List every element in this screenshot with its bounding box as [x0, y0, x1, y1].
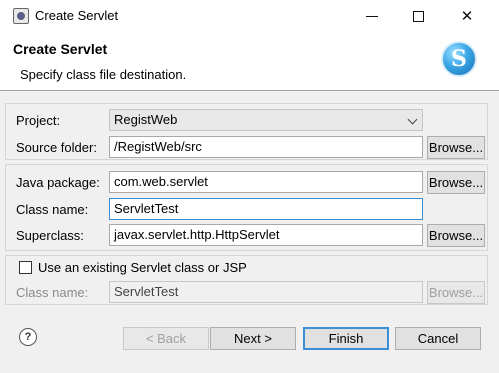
maximize-icon — [412, 10, 424, 22]
logo-letter: S — [451, 46, 467, 72]
class-name-label: Class name: — [16, 202, 89, 217]
class-group: Java package: com.web.servlet Browse... … — [5, 164, 488, 251]
project-label: Project: — [16, 113, 61, 128]
existing-servlet-group: Use an existing Servlet class or JSP Cla… — [5, 255, 488, 305]
maximize-button[interactable] — [396, 0, 440, 32]
existing-class-name-field[interactable]: ServletTest — [109, 281, 423, 303]
wizard-description: Specify class file destination. — [20, 67, 187, 82]
java-package-label: Java package: — [16, 175, 100, 190]
source-folder-label: Source folder: — [16, 140, 97, 155]
close-icon: ✕ — [460, 8, 474, 25]
help-glyph: ? — [24, 331, 32, 343]
project-value: RegistWeb — [114, 112, 178, 127]
java-package-field[interactable]: com.web.servlet — [109, 171, 423, 193]
minimize-button[interactable] — [350, 0, 394, 32]
help-icon[interactable]: ? — [19, 328, 37, 346]
superclass-field[interactable]: javax.servlet.http.HttpServlet — [109, 224, 423, 246]
superclass-label: Superclass: — [16, 228, 84, 243]
source-folder-field[interactable]: /RegistWeb/src — [109, 136, 423, 158]
use-existing-label[interactable]: Use an existing Servlet class or JSP — [38, 260, 247, 275]
existing-class-name-label: Class name: — [16, 285, 89, 300]
java-package-browse-button[interactable]: Browse... — [427, 171, 485, 194]
chevron-down-icon — [407, 114, 418, 125]
back-button[interactable]: < Back — [123, 327, 209, 350]
servlet-logo-icon: S — [441, 41, 477, 77]
wizard-title: Create Servlet — [13, 41, 108, 57]
wizard-footer: ? < Back Next > Finish Cancel — [0, 314, 499, 373]
project-combo[interactable]: RegistWeb — [109, 109, 423, 131]
use-existing-checkbox[interactable] — [19, 261, 32, 274]
class-name-field[interactable]: ServletTest — [109, 198, 423, 220]
finish-button[interactable]: Finish — [303, 327, 389, 350]
title-bar: Create Servlet ✕ — [0, 0, 499, 32]
cancel-button[interactable]: Cancel — [395, 327, 481, 350]
superclass-browse-button[interactable]: Browse... — [427, 224, 485, 247]
next-button[interactable]: Next > — [210, 327, 296, 350]
close-button[interactable]: ✕ — [445, 0, 489, 32]
minimize-icon — [366, 15, 378, 17]
source-folder-browse-button[interactable]: Browse... — [427, 136, 485, 159]
location-group: Project: RegistWeb Source folder: /Regis… — [5, 103, 488, 160]
wizard-header: Create Servlet Specify class file destin… — [0, 32, 499, 90]
eclipse-app-icon — [13, 8, 29, 24]
window-title: Create Servlet — [35, 8, 119, 23]
existing-class-browse-button[interactable]: Browse... — [427, 281, 485, 304]
wizard-content: Project: RegistWeb Source folder: /Regis… — [0, 91, 499, 314]
